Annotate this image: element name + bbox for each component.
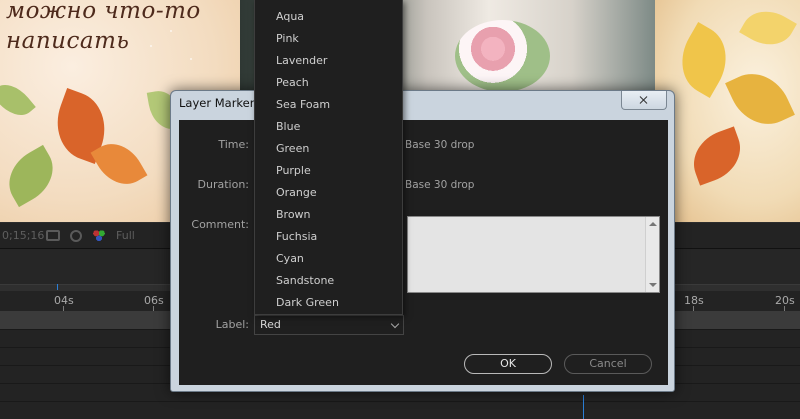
scroll-down-icon[interactable] bbox=[649, 283, 657, 287]
show-snapshot-icon[interactable] bbox=[70, 229, 82, 242]
dropdown-option[interactable]: Fuchsia bbox=[255, 226, 402, 248]
dialog-body: Time: Base 30 drop Duration: Base 30 dro… bbox=[179, 120, 668, 385]
dropdown-option[interactable]: Purple bbox=[255, 160, 402, 182]
timeline-track[interactable] bbox=[0, 401, 800, 419]
layer-marker-dialog: Layer Marker Time: Base 30 drop Duration… bbox=[170, 90, 675, 392]
snapshot-camera-icon[interactable] bbox=[46, 230, 60, 241]
timecode-display[interactable]: 0;15;16 bbox=[2, 229, 44, 242]
dropdown-option[interactable]: Sandstone bbox=[255, 270, 402, 292]
dropdown-option[interactable]: Brown bbox=[255, 204, 402, 226]
time-timebase-text: Base 30 drop bbox=[405, 139, 475, 151]
dropdown-option[interactable]: Green bbox=[255, 138, 402, 160]
dropdown-option[interactable]: Orange bbox=[255, 182, 402, 204]
chevron-down-icon bbox=[390, 319, 400, 329]
close-button[interactable] bbox=[621, 91, 667, 110]
dropdown-option[interactable]: Cyan bbox=[255, 248, 402, 270]
current-time-indicator-head[interactable] bbox=[57, 284, 58, 290]
leaf-decoration bbox=[0, 144, 65, 208]
color-channels-icon[interactable] bbox=[92, 230, 106, 241]
card-right-artwork bbox=[655, 0, 800, 222]
label-dropdown-list[interactable]: Aqua Pink Lavender Peach Sea Foam Blue G… bbox=[254, 0, 403, 315]
leaf-decoration bbox=[685, 126, 749, 186]
label-select-value: Red bbox=[260, 318, 281, 331]
card-script-line-1: можно что-то bbox=[6, 0, 201, 24]
cancel-button[interactable]: Cancel bbox=[564, 354, 652, 374]
dropdown-option[interactable]: Aqua bbox=[255, 6, 402, 28]
duration-timebase-text: Base 30 drop bbox=[405, 179, 475, 191]
comment-scrollbar[interactable] bbox=[645, 217, 659, 292]
resolution-select[interactable]: Full bbox=[116, 229, 135, 242]
duration-label: Duration: bbox=[197, 178, 249, 191]
comment-label: Comment: bbox=[191, 218, 249, 231]
leaf-decoration bbox=[739, 0, 797, 56]
label-field-label: Label: bbox=[215, 318, 249, 331]
dropdown-option[interactable]: Lavender bbox=[255, 50, 402, 72]
bouquet bbox=[455, 20, 550, 92]
leaf-decoration bbox=[0, 76, 36, 124]
dialog-title: Layer Marker bbox=[179, 96, 255, 110]
ok-button[interactable]: OK bbox=[464, 354, 552, 374]
current-time-indicator-line[interactable] bbox=[583, 395, 584, 419]
dropdown-option[interactable]: Pink bbox=[255, 28, 402, 50]
dropdown-option[interactable]: Blue bbox=[255, 116, 402, 138]
scroll-up-icon[interactable] bbox=[649, 222, 657, 226]
time-label: Time: bbox=[218, 138, 249, 151]
dropdown-option[interactable]: Sea Foam bbox=[255, 94, 402, 116]
dropdown-option[interactable]: Peach bbox=[255, 72, 402, 94]
leaf-decoration bbox=[725, 62, 795, 136]
label-color-select[interactable]: Red bbox=[254, 315, 404, 335]
dropdown-option[interactable]: Dark Green bbox=[255, 292, 402, 314]
card-script-line-2: написать bbox=[6, 28, 130, 54]
comment-textarea[interactable] bbox=[407, 216, 660, 293]
